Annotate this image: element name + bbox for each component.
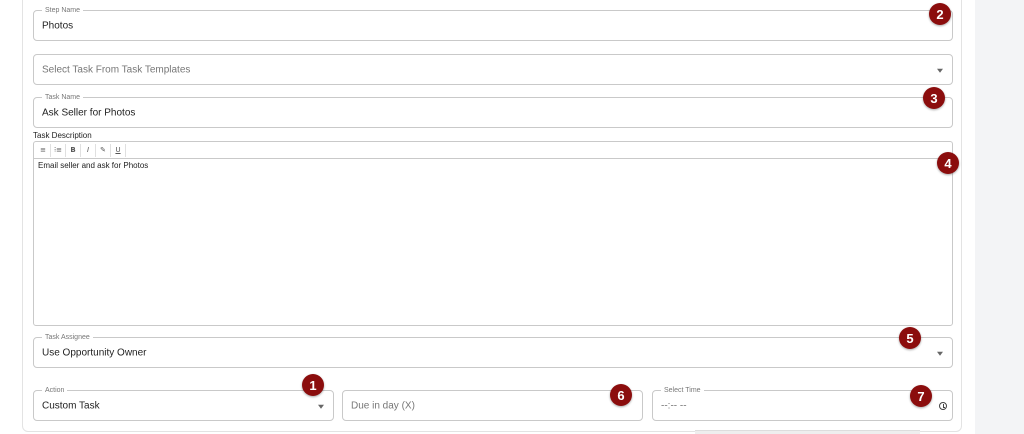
- annotation-badge-3: 3: [923, 87, 945, 109]
- right-gutter: [975, 0, 1024, 434]
- chevron-down-icon: [937, 68, 943, 73]
- step-name-field[interactable]: Step Name Photos: [33, 6, 953, 41]
- action-value: Custom Task: [42, 400, 100, 411]
- link-icon[interactable]: ✎: [96, 143, 111, 157]
- annotation-badge-6: 6: [610, 384, 632, 406]
- task-template-select[interactable]: Select Task From Task Templates: [33, 54, 953, 85]
- annotation-badge-5: 5: [899, 327, 921, 349]
- annotation-badge-7: 7: [910, 385, 932, 407]
- italic-icon[interactable]: I: [81, 143, 96, 157]
- annotation-badge-4: 4: [937, 152, 959, 174]
- editor-toolbar: ≡ ⁝≡ B I ✎ U: [33, 141, 953, 158]
- task-assignee-select[interactable]: Task Assignee Use Opportunity Owner: [33, 333, 953, 368]
- task-description-editor[interactable]: Email seller and ask for Photos: [33, 158, 953, 326]
- due-in-day-input[interactable]: Due in day (X): [342, 390, 643, 421]
- chevron-down-icon: [318, 404, 324, 409]
- task-name-field[interactable]: Task Name Ask Seller for Photos: [33, 93, 953, 128]
- select-time-value: --:-- --: [661, 400, 687, 411]
- step-name-value: Photos: [42, 20, 74, 31]
- task-name-label: Task Name: [42, 93, 84, 102]
- bold-icon[interactable]: B: [66, 143, 81, 157]
- clock-icon[interactable]: [939, 401, 947, 410]
- task-template-placeholder: Select Task From Task Templates: [42, 64, 191, 75]
- bulleted-list-icon[interactable]: ≡: [36, 143, 51, 157]
- numbered-list-icon[interactable]: ⁝≡: [51, 143, 66, 157]
- action-label: Action: [42, 386, 68, 395]
- task-description-content: Email seller and ask for Photos: [38, 161, 149, 170]
- annotation-badge-2: 2: [929, 3, 951, 25]
- dropdown-edge: [695, 430, 920, 434]
- task-description-label: Task Description: [33, 131, 92, 140]
- task-name-value: Ask Seller for Photos: [42, 107, 136, 118]
- select-time-label: Select Time: [661, 386, 704, 395]
- task-assignee-value: Use Opportunity Owner: [42, 347, 147, 358]
- action-select[interactable]: Action Custom Task: [33, 386, 334, 421]
- due-in-day-placeholder: Due in day (X): [351, 400, 415, 411]
- chevron-down-icon: [937, 351, 943, 356]
- select-time-input[interactable]: Select Time --:-- --: [652, 386, 953, 421]
- step-name-label: Step Name: [42, 6, 84, 15]
- annotation-badge-1: 1: [302, 374, 324, 396]
- underline-icon[interactable]: U: [111, 143, 126, 157]
- task-assignee-label: Task Assignee: [42, 333, 93, 342]
